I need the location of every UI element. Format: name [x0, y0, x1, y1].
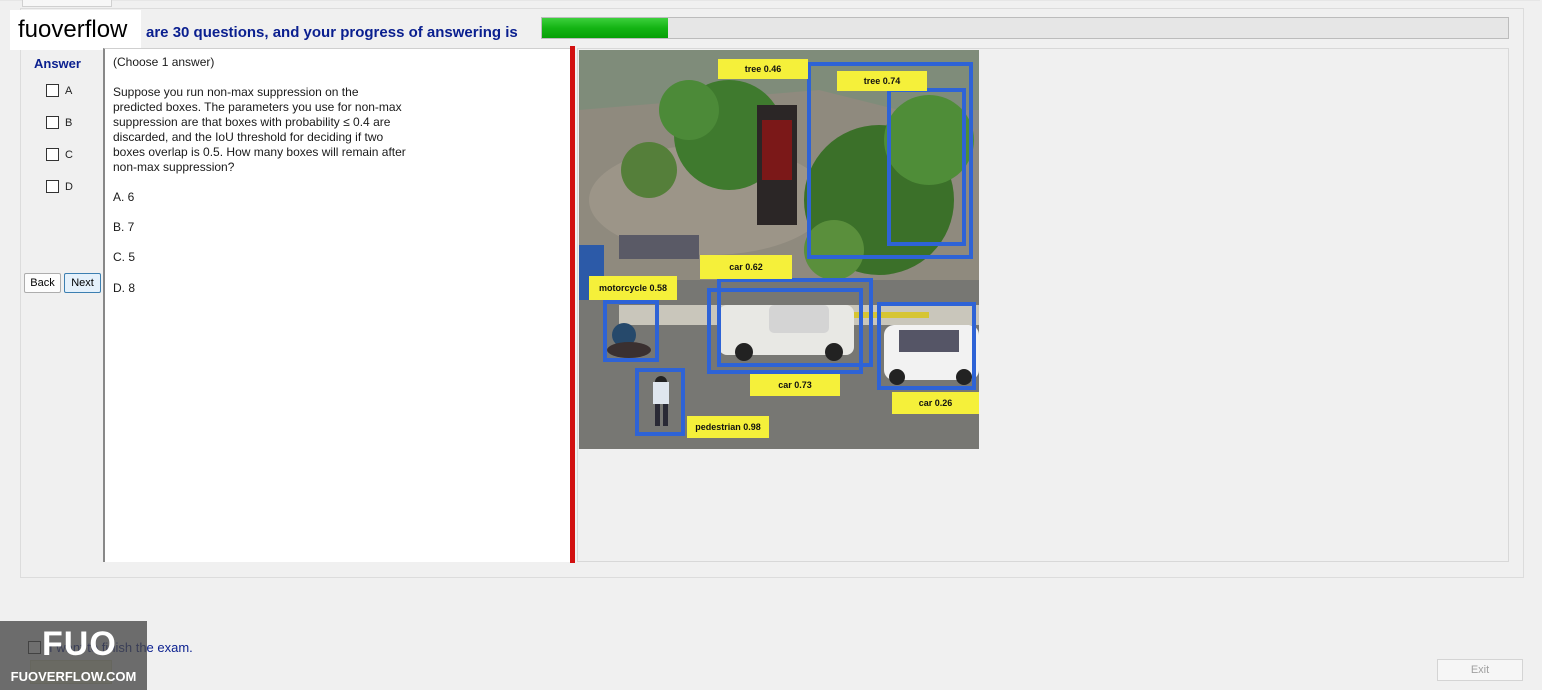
option-c-label: C: [65, 148, 73, 161]
detection-label: car 0.26: [892, 392, 979, 414]
detection-label: tree 0.74: [837, 71, 927, 91]
option-d[interactable]: D: [46, 180, 73, 193]
detection-label: pedestrian 0.98: [687, 416, 769, 438]
watermark-url: FUOVERFLOW.COM: [10, 669, 137, 684]
question-instruction: (Choose 1 answer): [113, 55, 215, 69]
detection-image: tree 0.46 tree 0.74 car 0.62 motorcycle …: [579, 50, 979, 449]
progress-fill: [542, 18, 668, 38]
option-b[interactable]: B: [46, 116, 72, 129]
answer-title: Answer: [34, 56, 81, 71]
option-a[interactable]: A: [46, 84, 72, 97]
detection-label: motorcycle 0.58: [589, 276, 677, 300]
answer-choice-c: C. 5: [113, 250, 136, 264]
option-d-label: D: [65, 180, 73, 193]
option-a-label: A: [65, 84, 73, 97]
next-button[interactable]: Next: [64, 273, 101, 293]
tab-stub: [22, 0, 112, 7]
detection-label: car 0.62: [700, 255, 792, 279]
question-line: suppression are that boxes with probabil…: [113, 115, 391, 129]
progress-label: are 30 questions, and your progress of a…: [146, 24, 518, 41]
option-a-checkbox[interactable]: [46, 84, 59, 97]
answer-choice-d: D. 8: [113, 281, 136, 295]
detection-label: tree 0.46: [718, 59, 808, 79]
watermark: FUO FUOVERFLOW.COM: [0, 621, 147, 690]
option-c[interactable]: C: [46, 148, 73, 161]
option-b-label: B: [65, 116, 73, 129]
question-panel: (Choose 1 answer) Suppose you run non-ma…: [103, 48, 570, 562]
question-line: predicted boxes. The parameters you use …: [113, 100, 402, 114]
question-line: discarded, and the IoU threshold for dec…: [113, 130, 384, 144]
question-body: Suppose you run non-max suppression on t…: [113, 85, 443, 175]
option-c-checkbox[interactable]: [46, 148, 59, 161]
answer-choice-b: B. 7: [113, 220, 135, 234]
question-line: non-max suppression?: [113, 160, 235, 174]
exit-button[interactable]: Exit: [1437, 659, 1523, 681]
option-d-checkbox[interactable]: [46, 180, 59, 193]
back-button[interactable]: Back: [24, 273, 61, 293]
question-line: Suppose you run non-max suppression on t…: [113, 85, 359, 99]
watermark-logo: FUO: [42, 625, 117, 663]
option-b-checkbox[interactable]: [46, 116, 59, 129]
detection-label: car 0.73: [750, 374, 840, 396]
panel-splitter[interactable]: [570, 46, 575, 563]
question-line: boxes overlap is 0.5. How many boxes wil…: [113, 145, 406, 159]
logo-text: fuoverflow: [18, 16, 128, 43]
progress-bar: [541, 17, 1509, 39]
answer-choice-a: A. 6: [113, 190, 135, 204]
window-top-edge: [0, 0, 1540, 1]
site-logo: fuoverflow: [10, 10, 141, 50]
